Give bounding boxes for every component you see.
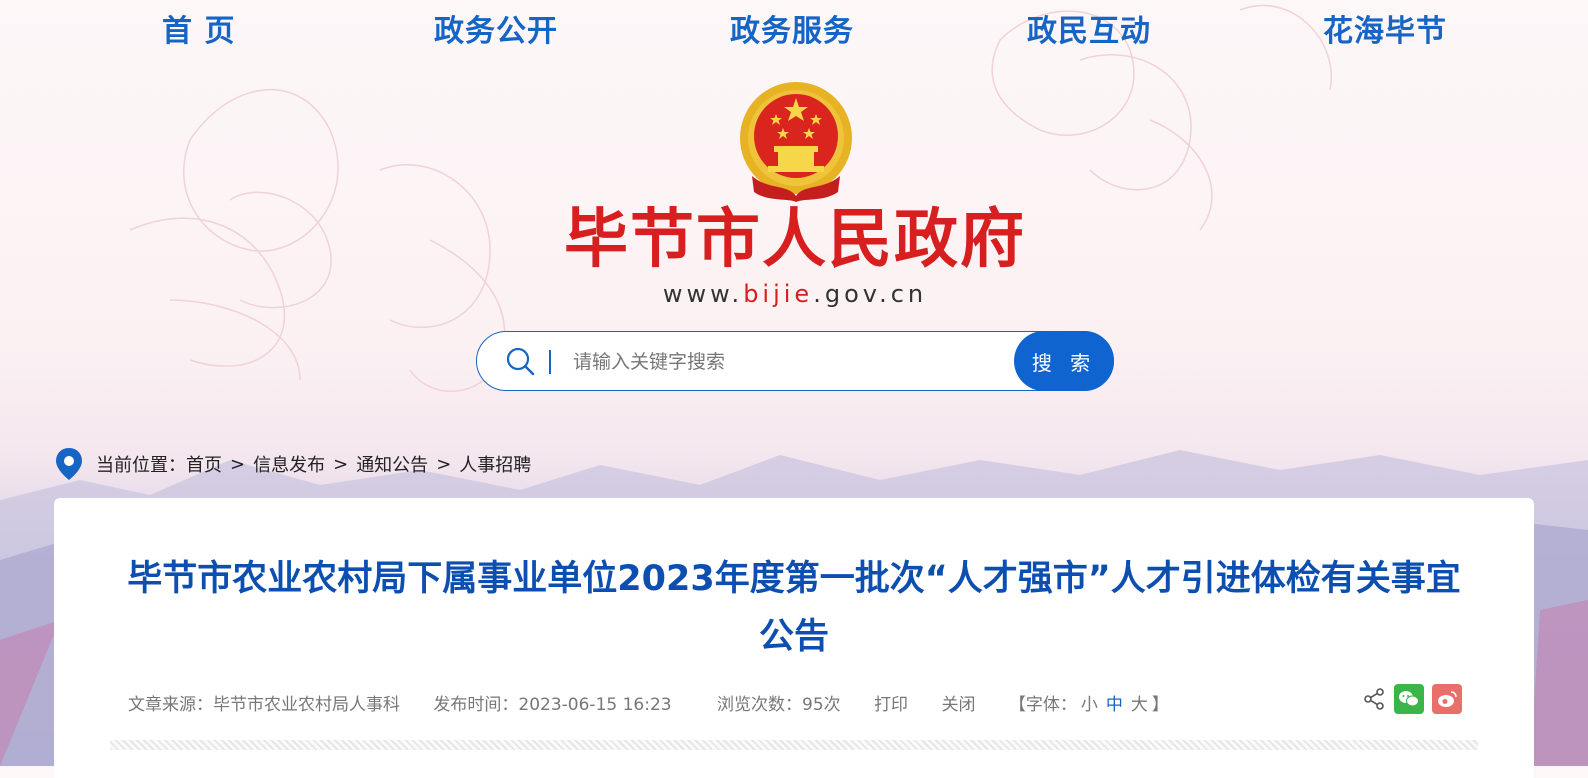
font-size-bracket: 】 bbox=[1151, 695, 1169, 715]
search-icon bbox=[506, 347, 535, 376]
site-url-highlight: bijie bbox=[743, 280, 814, 308]
publish-time: 2023-06-15 16:23 bbox=[518, 695, 672, 715]
breadcrumb-prefix: 当前位置： bbox=[96, 455, 186, 476]
wechat-share-button[interactable] bbox=[1394, 684, 1424, 714]
nav-item-government-services[interactable]: 政务服务 bbox=[730, 6, 854, 50]
search-button[interactable]: 搜 索 bbox=[1014, 331, 1114, 391]
breadcrumb-separator: > bbox=[436, 453, 452, 475]
search-input[interactable] bbox=[571, 344, 995, 380]
wechat-icon bbox=[1399, 691, 1419, 707]
close-link[interactable]: 关闭 bbox=[941, 690, 975, 715]
weibo-icon bbox=[1438, 691, 1457, 707]
font-size-small[interactable]: 小 bbox=[1081, 690, 1098, 715]
font-size-large[interactable]: 大 bbox=[1131, 690, 1148, 715]
article-title: 毕节市农业农村局下属事业单位2023年度第一批次“人才强市”人才引进体检有关事宜… bbox=[127, 559, 1461, 657]
nav-item-home[interactable]: 首 页 bbox=[162, 6, 235, 50]
article-meta: 文章来源：毕节市农业农村局人事科 发布时间：2023-06-15 16:23 浏… bbox=[128, 690, 1169, 715]
share-icon[interactable] bbox=[1362, 687, 1386, 711]
nav-item-flower-sea-bijie[interactable]: 花海毕节 bbox=[1323, 6, 1447, 50]
print-link[interactable]: 打印 bbox=[874, 690, 908, 715]
breadcrumb-item-home[interactable]: 首页 bbox=[186, 451, 222, 477]
nav-item-public-interaction[interactable]: 政民互动 bbox=[1027, 6, 1151, 50]
location-pin-icon bbox=[56, 448, 82, 480]
national-emblem-icon bbox=[740, 82, 852, 202]
view-count: 95次 bbox=[802, 695, 841, 715]
site-title: 毕节市人民政府 bbox=[564, 203, 1026, 277]
site-url-suffix: .gov.cn bbox=[813, 280, 928, 308]
breadcrumb-item-info-release[interactable]: 信息发布 bbox=[253, 451, 325, 477]
article-source: 毕节市农业农村局人事科 bbox=[213, 695, 400, 715]
breadcrumb-separator: > bbox=[230, 453, 246, 475]
search-bar: 搜 索 bbox=[476, 331, 1114, 391]
breadcrumb: 当前位置： 首页 > 信息发布 > 通知公告 > 人事招聘 bbox=[54, 448, 531, 480]
breadcrumb-item-notices[interactable]: 通知公告 bbox=[356, 451, 428, 477]
breadcrumb-separator: > bbox=[333, 453, 349, 475]
publish-time-label: 发布时间： bbox=[433, 695, 519, 715]
top-navigation: 首 页 政务公开 政务服务 政民互动 花海毕节 bbox=[0, 0, 1588, 56]
nav-item-government-affairs-open[interactable]: 政务公开 bbox=[434, 6, 558, 50]
font-size-label: 【字体： bbox=[1008, 695, 1077, 715]
site-url-prefix: www. bbox=[662, 280, 744, 308]
site-url: www.bijie.gov.cn bbox=[600, 280, 990, 308]
breadcrumb-item-recruitment[interactable]: 人事招聘 bbox=[459, 451, 531, 477]
share-bar bbox=[1362, 684, 1462, 714]
font-size-medium[interactable]: 中 bbox=[1106, 690, 1123, 715]
views-label: 浏览次数： bbox=[717, 695, 803, 715]
weibo-share-button[interactable] bbox=[1432, 684, 1462, 714]
source-label: 文章来源： bbox=[128, 695, 213, 715]
article-divider bbox=[110, 740, 1478, 750]
search-divider bbox=[549, 350, 551, 374]
article-container: 毕节市农业农村局下属事业单位2023年度第一批次“人才强市”人才引进体检有关事宜… bbox=[54, 498, 1534, 778]
